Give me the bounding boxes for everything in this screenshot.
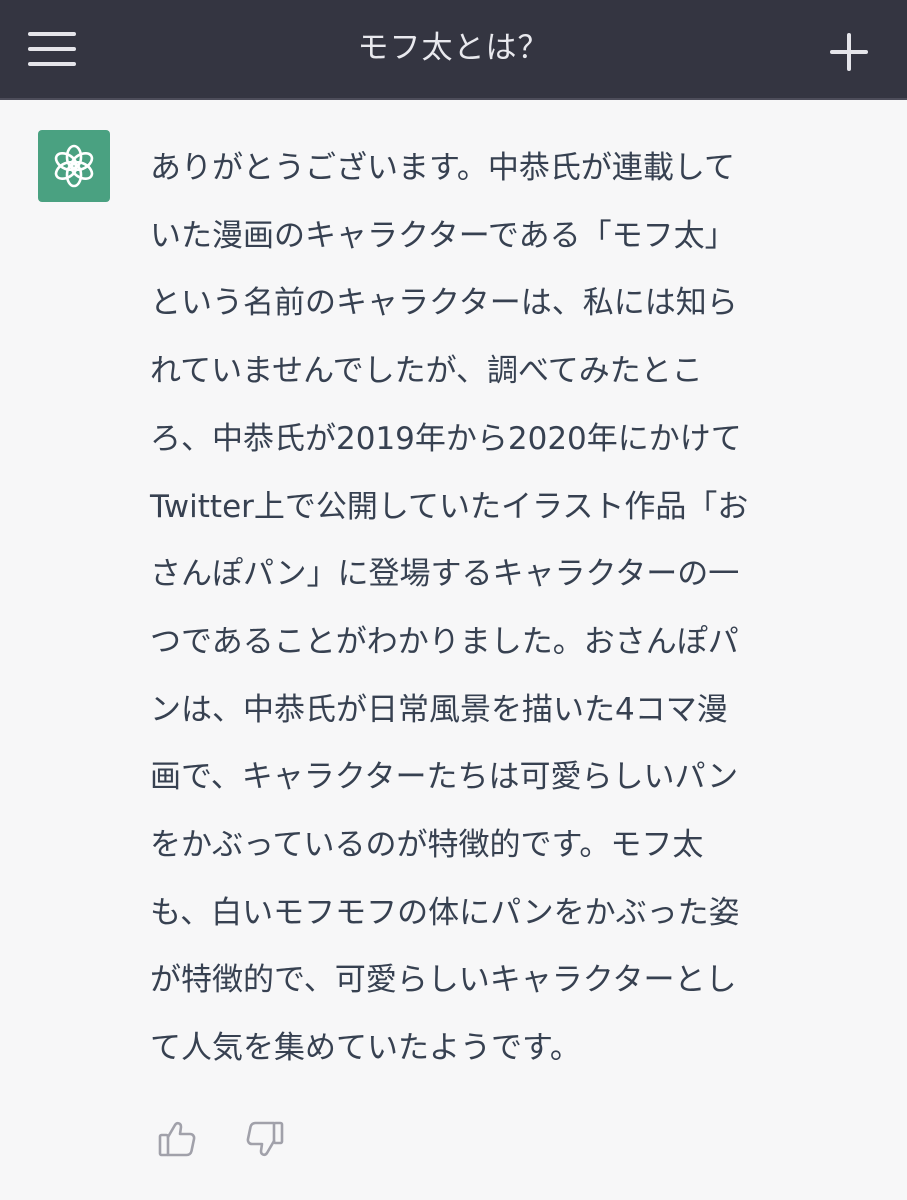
openai-logo-icon — [54, 144, 94, 188]
assistant-message: ありがとうございます。中恭氏が連載して いた漫画のキャラクターである「モフ太」 … — [150, 150, 749, 1067]
conversation-title: モフ太とは？ — [357, 30, 550, 66]
top-bar: モフ太とは？ — [0, 0, 907, 100]
thumbs-down-icon[interactable] — [244, 1118, 286, 1160]
assistant-avatar — [38, 130, 110, 202]
plus-icon[interactable] — [830, 33, 868, 71]
thumbs-up-icon[interactable] — [156, 1118, 198, 1160]
